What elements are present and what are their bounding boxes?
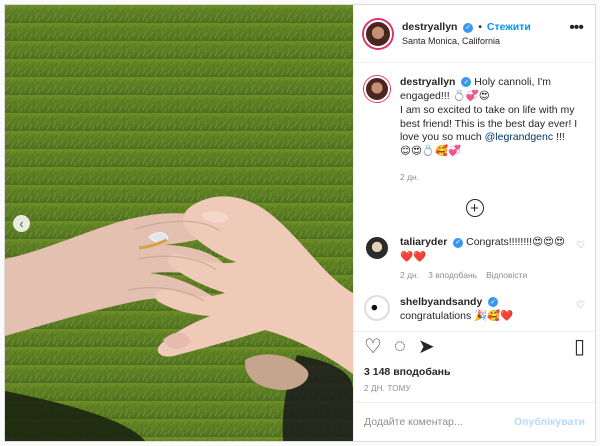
- previous-image-button[interactable]: ‹: [13, 215, 30, 232]
- separator-dot: •: [478, 21, 482, 34]
- caption-time: 2 дн.: [400, 172, 420, 183]
- publish-comment-button[interactable]: Опублікувати: [514, 416, 585, 428]
- post-sidebar: destryallyn ✓ • Стежити Santa Monica, Ca…: [353, 5, 595, 441]
- comment-body: shelbyandsandy ✓ congratulations 🎉🥰❤️: [400, 295, 574, 321]
- caption-text: destryallyn ✓ Holy cannoli, I'm engaged!…: [400, 76, 585, 183]
- caption-author-avatar[interactable]: [364, 76, 390, 102]
- caption-author-username[interactable]: destryallyn: [400, 76, 455, 88]
- likes-count[interactable]: 3 148 вподобань: [364, 366, 450, 378]
- commenter-avatar-shelbyandsandy[interactable]: [364, 295, 390, 321]
- commenter-username-taliaryder[interactable]: taliaryder: [400, 236, 447, 248]
- follow-button[interactable]: Стежити: [487, 21, 531, 33]
- paper-plane-icon[interactable]: ➤: [418, 334, 435, 359]
- author-info: destryallyn ✓ • Стежити Santa Monica, Ca…: [402, 20, 531, 46]
- load-more-comments-icon[interactable]: +: [465, 199, 484, 218]
- author-username[interactable]: destryallyn: [402, 21, 457, 33]
- post-caption: destryallyn ✓ Holy cannoli, I'm engaged!…: [364, 76, 585, 183]
- comment-time: 2 дн.: [400, 269, 420, 280]
- comment-shelbyandsandy: shelbyandsandy ✓ congratulations 🎉🥰❤️ ♡: [364, 295, 585, 321]
- comment-like-heart-icon[interactable]: ♡: [576, 300, 585, 311]
- comment-taliaryder: taliaryder ✓ Congrats!!!!!!!!😍😍😍❤️❤️ 2 д…: [364, 235, 585, 281]
- verified-badge-icon: ✓: [463, 22, 474, 33]
- engagement-photo-artwork: [5, 5, 353, 441]
- verified-badge-icon: ✓: [461, 77, 472, 88]
- author-avatar[interactable]: [364, 19, 392, 48]
- post-actions-bar: ♡ ◌ ➤ ▯: [354, 331, 595, 361]
- comment-composer: Опублікувати: [354, 402, 595, 441]
- instagram-post: ‹ destryallyn ✓ • Стежити Santa Monica, …: [4, 4, 596, 442]
- reply-button[interactable]: Відповісти: [486, 270, 527, 281]
- partner-mention-link[interactable]: @legrandgenc: [485, 131, 553, 143]
- heart-outline-icon[interactable]: ♡: [364, 334, 382, 359]
- post-date[interactable]: 2 ДН. ТОМУ: [364, 384, 411, 393]
- comment-like-heart-icon[interactable]: ♡: [576, 240, 585, 251]
- comment-body: taliaryder ✓ Congrats!!!!!!!!😍😍😍❤️❤️ 2 д…: [400, 235, 574, 281]
- post-header: destryallyn ✓ • Стежити Santa Monica, Ca…: [354, 5, 595, 63]
- verified-badge-icon: ✓: [488, 297, 499, 308]
- comment-outline-icon[interactable]: ◌: [394, 335, 406, 358]
- more-options-icon[interactable]: •••: [569, 19, 584, 37]
- comment-meta: 2 дн. 3 вподобань Відповісти: [400, 270, 574, 281]
- caption-ending-emojis: 😊😍💍🥰💞: [400, 145, 462, 158]
- bookmark-outline-icon[interactable]: ▯: [574, 334, 585, 359]
- comment-text: congratulations 🎉🥰❤️: [400, 310, 514, 321]
- caption-opening-emojis: 💍💞😍: [452, 89, 490, 102]
- engagement-photo[interactable]: ‹: [5, 5, 353, 441]
- comment-like-count[interactable]: 3 вподобань: [428, 270, 477, 281]
- verified-badge-icon: ✓: [453, 237, 464, 248]
- post-location[interactable]: Santa Monica, California: [402, 35, 531, 47]
- chevron-left-icon: ‹: [19, 216, 24, 231]
- commenter-avatar-taliaryder[interactable]: [364, 235, 390, 262]
- comments-section: destryallyn ✓ Holy cannoli, I'm engaged!…: [354, 64, 595, 321]
- caption-exclamation: !!!: [556, 131, 565, 144]
- commenter-username-shelbyandsandy[interactable]: shelbyandsandy: [400, 296, 482, 308]
- comment-input[interactable]: [364, 416, 514, 428]
